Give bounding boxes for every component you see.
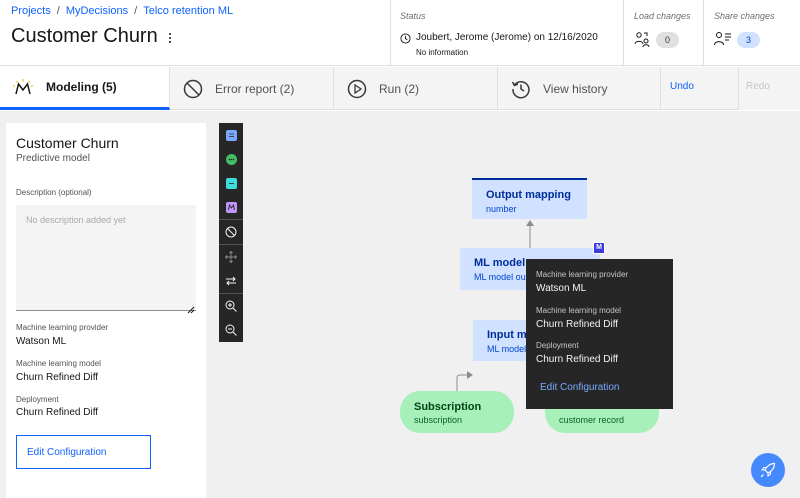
properties-panel: Customer Churn Predictive model Descript…: [6, 123, 206, 498]
breadcrumb-separator: /: [56, 5, 60, 17]
rocket-deploy-button[interactable]: [751, 453, 785, 487]
tooltip-deployment-value: Churn Refined Diff: [536, 354, 619, 365]
node-title: ML model: [474, 257, 526, 269]
node-title: Output mapping: [486, 189, 571, 201]
tab-label: Error report (2): [215, 81, 295, 96]
header-divider: [703, 0, 704, 66]
load-changes-count: 0: [656, 32, 679, 48]
edit-configuration-button[interactable]: Edit Configuration: [16, 435, 151, 469]
canvas-toolbar: [219, 123, 243, 342]
purple-ml-node-icon[interactable]: [219, 195, 243, 219]
header-divider: [623, 0, 624, 66]
status-text: Joubert, Jerome (Jerome) on 12/16/2020: [416, 32, 598, 43]
zoom-in-icon[interactable]: [219, 294, 243, 318]
model-value: Churn Refined Diff: [16, 372, 99, 383]
play-icon: [347, 79, 367, 99]
output-mapping-node[interactable]: Output mapping number: [472, 178, 587, 219]
header-divider: [390, 0, 391, 66]
node-subtitle: number: [486, 204, 517, 214]
deployment-label: Deployment: [16, 395, 59, 404]
swap-icon[interactable]: [219, 269, 243, 293]
panel-subtitle: Predictive model: [16, 153, 90, 164]
undo-button[interactable]: Undo: [670, 81, 694, 92]
status-sub: No information: [416, 48, 469, 57]
tab-label: Run (2): [379, 81, 420, 96]
node-subtitle: subscription: [414, 415, 463, 425]
tooltip-edit-configuration-link[interactable]: Edit Configuration: [540, 382, 620, 393]
description-label: Description (optional): [16, 188, 92, 197]
node-title: Subscription: [414, 401, 482, 413]
tooltip-provider-value: Watson ML: [536, 283, 587, 294]
breadcrumb-telco-retention[interactable]: Telco retention ML: [143, 5, 233, 17]
subscription-node[interactable]: Subscription subscription: [400, 391, 514, 433]
modeling-logo-icon: [12, 78, 34, 96]
model-label: Machine learning model: [16, 359, 101, 368]
page-header: Projects / MyDecisions / Telco retention…: [0, 0, 800, 66]
error-prohibit-icon: [183, 79, 203, 99]
breadcrumb: Projects / MyDecisions / Telco retention…: [11, 5, 233, 17]
provider-label: Machine learning provider: [16, 323, 109, 332]
blue-node-icon[interactable]: [219, 123, 243, 147]
overflow-menu-icon[interactable]: [163, 29, 177, 47]
description-input[interactable]: [16, 205, 196, 311]
share-changes-count: 3: [737, 32, 760, 48]
ml-model-badge-icon[interactable]: M: [593, 242, 605, 254]
tab-modeling[interactable]: Modeling (5): [0, 67, 170, 110]
tab-label: View history: [543, 81, 608, 96]
tooltip-deployment-label: Deployment: [536, 341, 579, 350]
redo-button[interactable]: Redo: [746, 81, 770, 92]
deployment-value: Churn Refined Diff: [16, 407, 99, 418]
ml-config-tooltip: Machine learning provider Watson ML Mach…: [526, 259, 673, 409]
breadcrumb-projects[interactable]: Projects: [11, 5, 51, 17]
tooltip-model-label: Machine learning model: [536, 306, 621, 315]
tab-label: Modeling (5): [46, 80, 117, 94]
clock-icon: [400, 31, 411, 49]
share-changes-label: Share changes: [714, 11, 775, 21]
green-node-icon[interactable]: [219, 147, 243, 171]
provider-value: Watson ML: [16, 336, 67, 347]
resize-handle-icon[interactable]: [187, 301, 195, 319]
status-label: Status: [400, 11, 426, 21]
breadcrumb-mydecisions[interactable]: MyDecisions: [66, 5, 128, 17]
tooltip-provider-label: Machine learning provider: [536, 270, 629, 279]
prohibit-icon[interactable]: [219, 220, 243, 244]
tab-run[interactable]: Run (2): [335, 67, 498, 110]
load-changes-icon[interactable]: [634, 31, 651, 52]
zoom-out-icon[interactable]: [219, 318, 243, 342]
breadcrumb-separator: /: [134, 5, 138, 17]
history-icon: [511, 79, 531, 99]
tab-bar: Modeling (5) Error report (2) Run (2) Vi…: [0, 67, 800, 110]
teal-node-icon[interactable]: [219, 171, 243, 195]
panel-title: Customer Churn: [16, 135, 119, 151]
share-changes-icon[interactable]: [714, 31, 732, 52]
page-title: Customer Churn: [11, 25, 158, 47]
rocket-icon: [760, 462, 776, 478]
load-changes-label: Load changes: [634, 11, 691, 21]
tab-view-history[interactable]: View history: [499, 67, 661, 110]
move-icon[interactable]: [219, 245, 243, 269]
tooltip-model-value: Churn Refined Diff: [536, 319, 619, 330]
tab-error-report[interactable]: Error report (2): [171, 67, 334, 110]
node-subtitle: customer record: [559, 415, 625, 425]
